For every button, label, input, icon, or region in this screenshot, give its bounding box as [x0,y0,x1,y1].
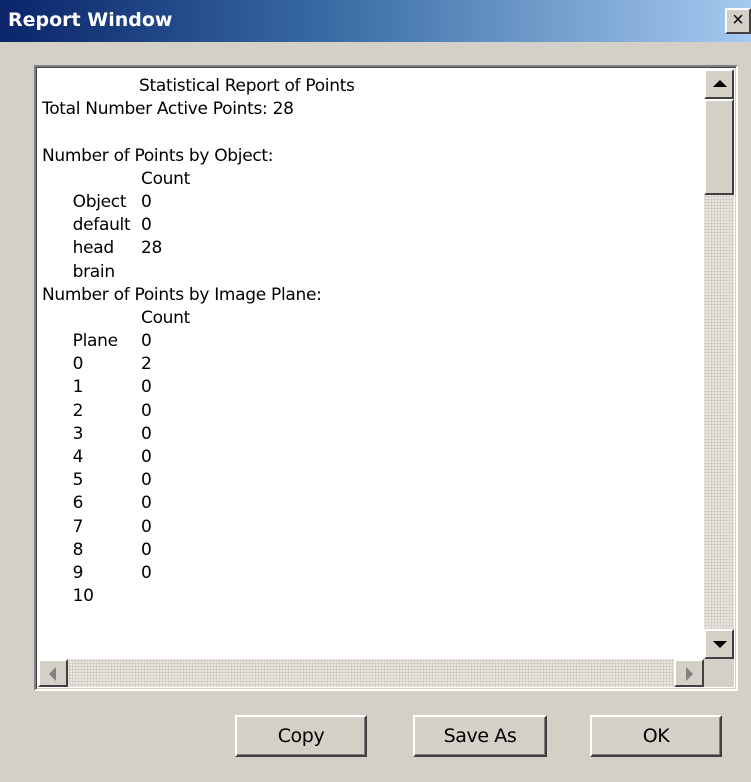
plane-name: 10 [72,586,94,607]
scroll-left-button[interactable] [38,659,68,687]
scroll-down-button[interactable] [704,629,734,659]
report-text: Statistical Report of Points Total Numbe… [42,75,702,655]
plane-row: 12 [42,353,702,397]
plane-count: 0 [141,377,152,398]
planes-heading: Number of Points by Image Plane: [42,284,322,305]
plane-count: 0 [141,331,152,352]
plane-count: 0 [141,400,152,421]
plane-row: 10 0 [42,562,702,606]
plane-row: 90 [42,539,702,583]
plane-row: 20 [42,376,702,420]
horizontal-scrollbar[interactable] [38,659,704,687]
window-title: Report Window [8,9,173,31]
title-bar[interactable]: Report Window × [0,0,751,42]
arrow-left-icon [49,667,56,681]
total-points-line: Total Number Active Points: 28 [42,99,294,120]
vertical-scroll-thumb[interactable] [704,99,734,195]
close-icon: × [732,9,744,31]
plane-row: 00 [42,330,702,374]
plane-row: 40 [42,423,702,467]
plane-count: 0 [141,423,152,444]
object-count: 0 [141,191,152,212]
object-count: 28 [141,238,163,259]
objects-header-count: Count [141,168,190,189]
object-row: brain 28 [42,237,702,281]
plane-row: 30 [42,400,702,444]
plane-row: 60 [42,469,702,513]
plane-count: 0 [141,539,152,560]
plane-count: 0 [141,447,152,467]
plane-row: 50 [42,446,702,490]
plane-count: 0 [141,562,152,583]
ok-button[interactable]: OK [590,715,722,757]
planes-header-count: Count [141,307,190,328]
objects-heading: Number of Points by Object: [42,145,274,166]
scroll-right-button[interactable] [674,659,704,687]
plane-count: 0 [141,470,152,491]
objects-header-row: Object Count [42,168,702,212]
object-count: 0 [141,215,152,236]
save-as-button[interactable]: Save As [413,715,547,757]
plane-count: 0 [141,516,152,537]
copy-button[interactable]: Copy [235,715,367,757]
plane-count: 2 [141,354,152,375]
report-text-box[interactable]: Statistical Report of Points Total Numbe… [34,65,738,691]
arrow-down-icon [713,641,727,648]
scroll-up-button[interactable] [704,69,734,99]
arrow-up-icon [713,80,727,87]
object-row: default 0 [42,191,702,235]
vertical-scrollbar[interactable] [704,69,734,659]
plane-row: 70 [42,492,702,536]
report-title: Statistical Report of Points [139,76,355,96]
object-row: head 0 [42,214,702,258]
plane-count: 0 [141,493,152,514]
planes-header-row: Plane Count [42,307,702,351]
scrollbar-corner [704,659,734,687]
arrow-right-icon [686,667,693,681]
plane-row: 80 [42,516,702,560]
close-button[interactable]: × [725,8,751,34]
